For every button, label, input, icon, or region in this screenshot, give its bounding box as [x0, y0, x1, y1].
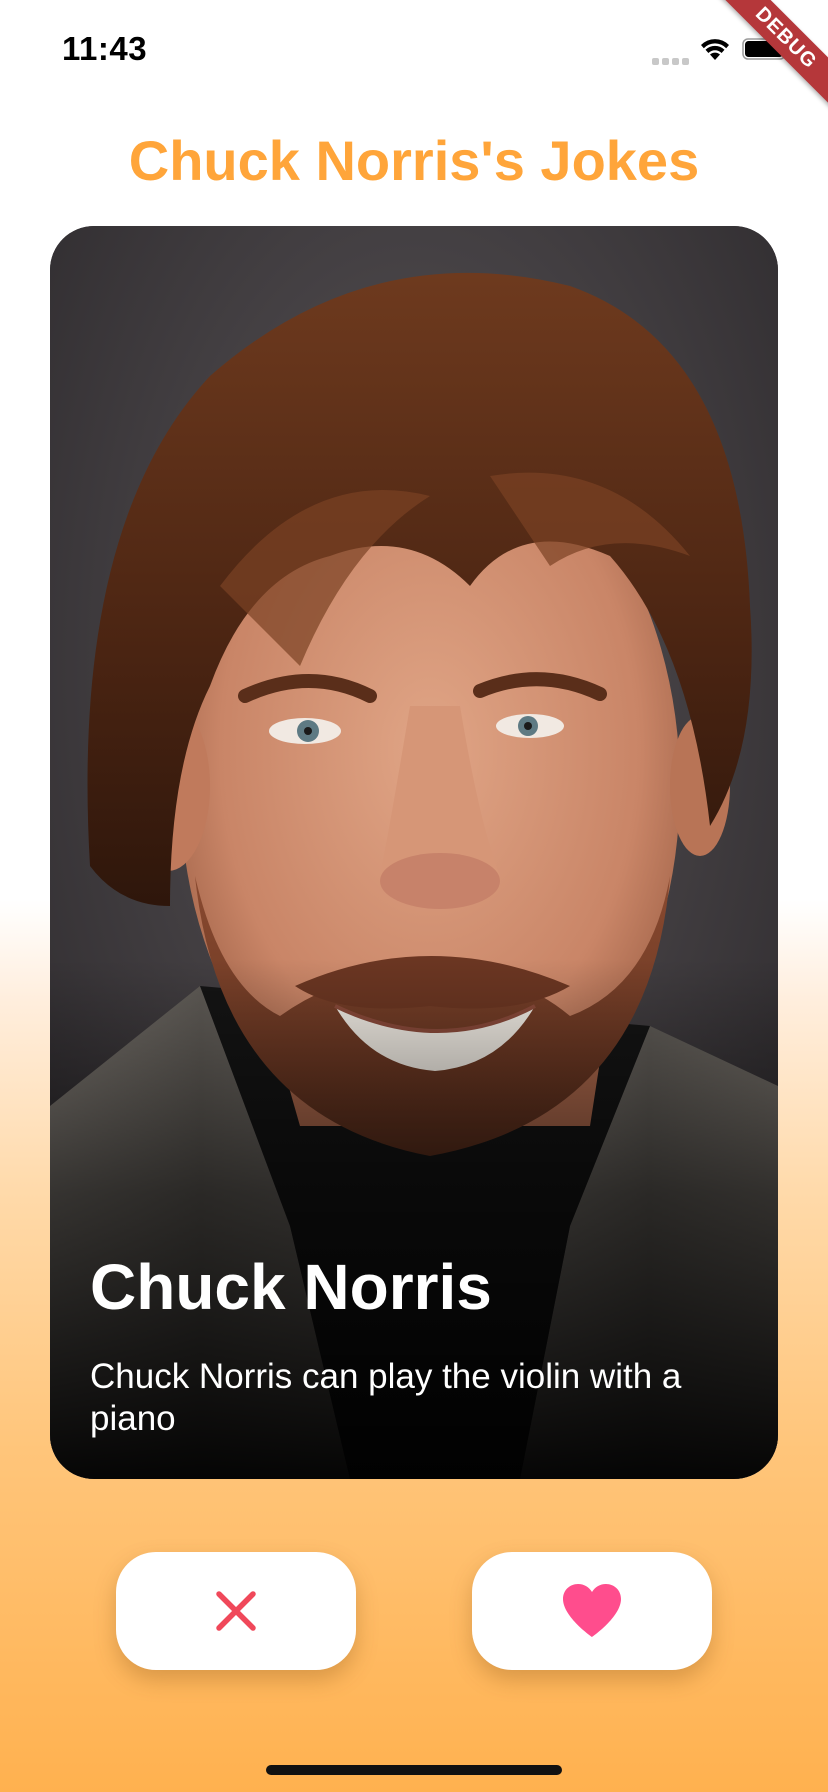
like-button[interactable] — [472, 1552, 712, 1670]
home-indicator[interactable] — [266, 1765, 562, 1775]
app-screen: 11:43 DEBUG Chuck Norris's Jokes Chuck N… — [0, 0, 828, 1792]
close-icon — [216, 1591, 256, 1631]
heart-icon — [563, 1584, 621, 1637]
page-title: Chuck Norris's Jokes — [128, 129, 700, 192]
dislike-button[interactable] — [116, 1552, 356, 1670]
cellular-signal-icon — [652, 52, 692, 65]
status-bar: 11:43 — [0, 0, 828, 96]
status-time: 11:43 — [62, 30, 148, 67]
joke-text: Chuck Norris can play the violin with a … — [90, 1357, 682, 1438]
wifi-icon — [701, 39, 729, 60]
card-name: Chuck Norris — [90, 1251, 492, 1323]
joke-card[interactable]: Chuck Norris Chuck Norris can play the v… — [50, 226, 778, 1479]
